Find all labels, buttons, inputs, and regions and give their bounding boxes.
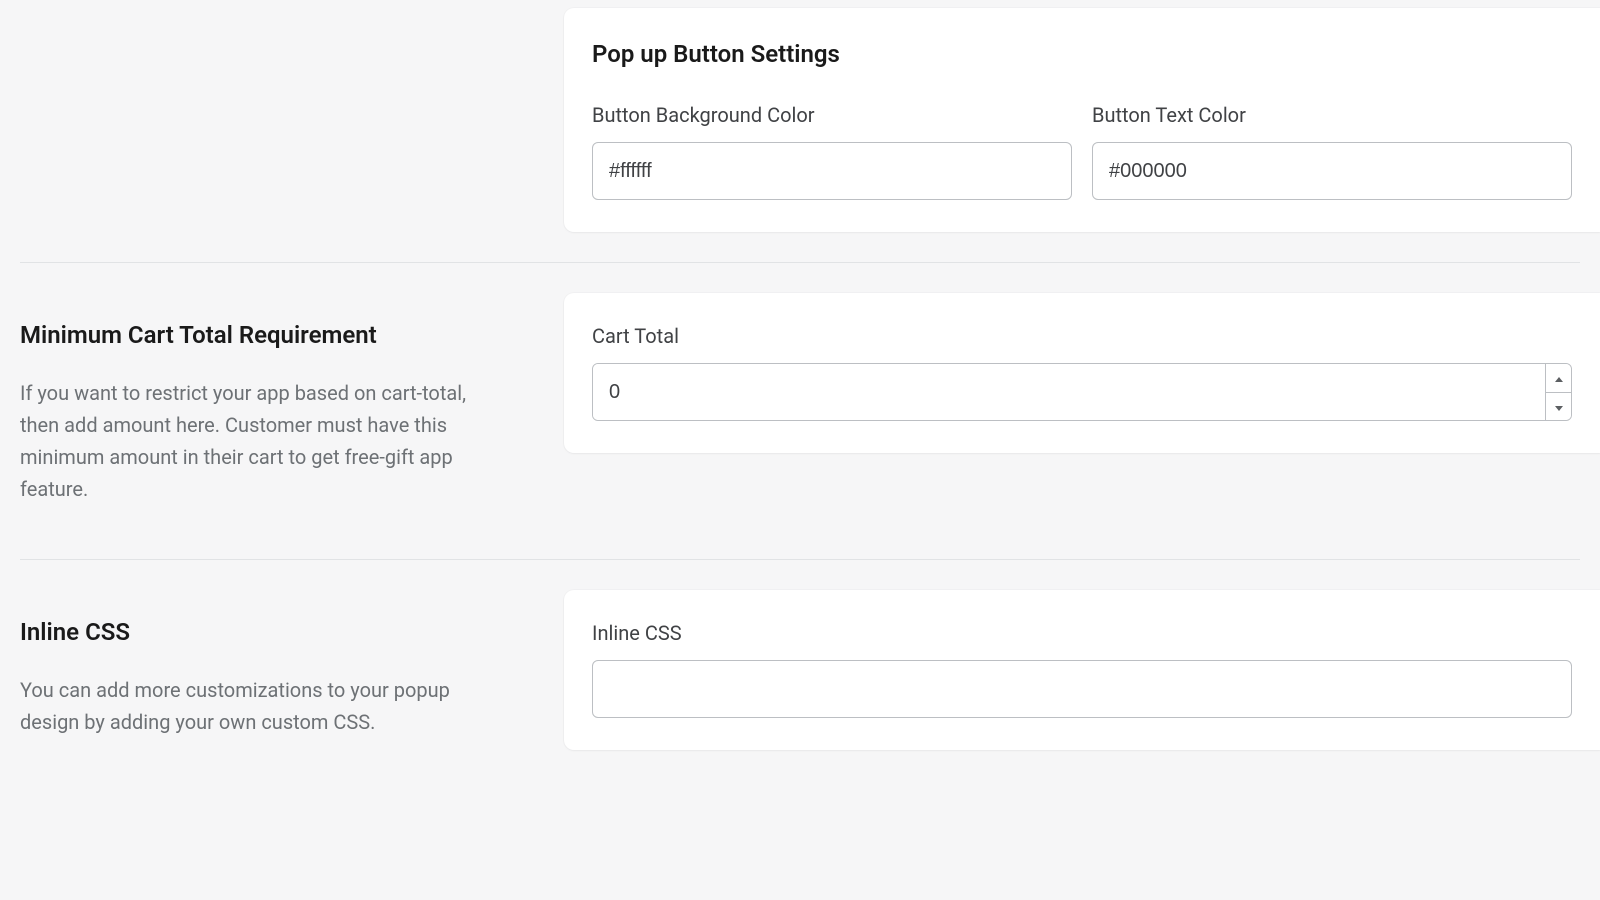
min-cart-description: If you want to restrict your app based o…: [20, 377, 500, 505]
cart-total-field: [592, 363, 1572, 421]
min-cart-title: Minimum Cart Total Requirement: [20, 317, 516, 353]
inline-css-card: Inline CSS: [564, 590, 1600, 750]
divider: [20, 262, 1580, 263]
inline-css-input[interactable]: [592, 660, 1572, 718]
popup-button-title: Pop up Button Settings: [592, 36, 1572, 72]
section-inline-css: Inline CSS You can add more customizatio…: [0, 590, 1600, 762]
chevron-down-icon: [1555, 399, 1563, 414]
quantity-stepper: [1545, 364, 1571, 420]
button-bg-color-input[interactable]: [592, 142, 1072, 200]
chevron-up-icon: [1555, 370, 1563, 385]
button-text-color-input[interactable]: [1092, 142, 1572, 200]
section-popup-button: Pop up Button Settings Button Background…: [0, 0, 1600, 232]
button-bg-color-label: Button Background Color: [592, 100, 1072, 130]
min-cart-card: Cart Total: [564, 293, 1600, 453]
inline-css-description: You can add more customizations to your …: [20, 674, 500, 738]
popup-button-card: Pop up Button Settings Button Background…: [564, 8, 1600, 232]
button-text-color-label: Button Text Color: [1092, 100, 1572, 130]
cart-total-increment-button[interactable]: [1546, 364, 1571, 393]
divider: [20, 559, 1580, 560]
cart-total-decrement-button[interactable]: [1546, 393, 1571, 421]
inline-css-title: Inline CSS: [20, 614, 516, 650]
cart-total-label: Cart Total: [592, 321, 1572, 351]
inline-css-label: Inline CSS: [592, 618, 1572, 648]
section-left-spacer: [0, 0, 540, 232]
cart-total-input[interactable]: [593, 364, 1545, 420]
section-min-cart: Minimum Cart Total Requirement If you wa…: [0, 293, 1600, 529]
